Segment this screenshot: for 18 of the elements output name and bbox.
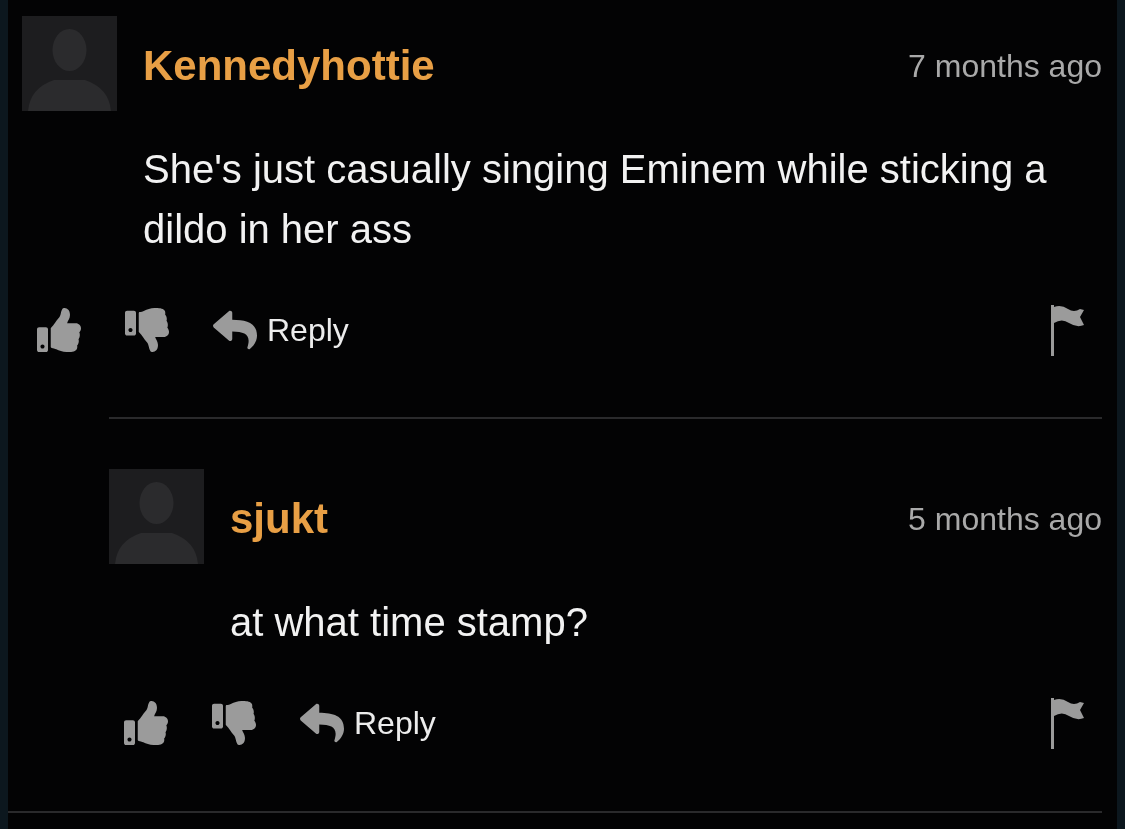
thumbs-down-icon[interactable]	[212, 701, 256, 745]
thumbs-up-icon[interactable]	[124, 701, 168, 745]
reply-button[interactable]: Reply	[300, 701, 436, 745]
avatar-silhouette-icon	[109, 469, 204, 564]
timestamp: 7 months ago	[908, 47, 1102, 86]
username-link[interactable]: sjukt	[230, 494, 329, 544]
timestamp: 5 months ago	[908, 500, 1102, 539]
reply-arrow-icon	[213, 308, 257, 352]
flag-icon[interactable]	[1051, 697, 1084, 749]
comment-text: She's just casually singing Eminem while sticking a dildo in her ass	[143, 146, 1048, 253]
flag-icon[interactable]	[1051, 304, 1084, 356]
username-link[interactable]: Kennedyhottie	[143, 41, 435, 91]
avatar-silhouette-icon	[22, 16, 117, 111]
thumbs-down-icon[interactable]	[125, 308, 169, 352]
reply-arrow-icon	[300, 701, 344, 745]
reply-button[interactable]: Reply	[213, 308, 349, 352]
thumbs-up-icon[interactable]	[37, 308, 81, 352]
comment-text: at what time stamp?	[230, 599, 589, 646]
